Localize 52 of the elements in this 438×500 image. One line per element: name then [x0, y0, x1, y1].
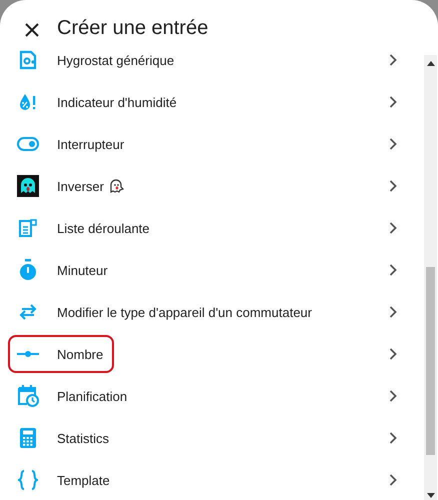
- calculator-icon: [20, 428, 36, 448]
- item-label: Inverser: [57, 178, 104, 194]
- item-label: Interrupteur: [57, 136, 124, 152]
- chevron-right-icon: [389, 96, 397, 108]
- close-icon: [24, 22, 40, 38]
- chevron-right-icon: [389, 54, 397, 66]
- list-item[interactable]: Nombre: [0, 333, 420, 375]
- item-label: Indicateur d'humidité: [57, 94, 177, 110]
- chevron-right-icon: [389, 390, 397, 402]
- list-item[interactable]: Planification: [0, 375, 420, 417]
- thermostat-icon: [18, 50, 38, 70]
- chevron-right-icon: [389, 222, 397, 234]
- item-label: Minuteur: [57, 262, 108, 278]
- item-label: Nombre: [57, 346, 104, 362]
- dialog-title: Créer une entrée: [57, 17, 208, 39]
- close-button[interactable]: [24, 22, 40, 38]
- scroll-down-icon: [426, 493, 434, 498]
- list-item[interactable]: Hygrostat générique: [0, 39, 420, 81]
- chevron-right-icon: [389, 138, 397, 150]
- list-item[interactable]: Template: [0, 459, 420, 500]
- ghost-icon: [16, 175, 38, 197]
- chevron-right-icon: [389, 432, 397, 444]
- toggle-icon: [16, 137, 38, 151]
- chevron-right-icon: [389, 264, 397, 276]
- calendar-clock-icon: [16, 385, 38, 407]
- ghost-icon: [108, 178, 124, 194]
- chevron-right-icon: [389, 306, 397, 318]
- list-item[interactable]: Statistics: [0, 417, 420, 459]
- item-label: Planification: [57, 388, 128, 404]
- item-label: Hygrostat générique: [57, 52, 174, 68]
- chevron-right-icon: [389, 474, 397, 486]
- list-item[interactable]: Liste déroulante: [0, 207, 420, 249]
- list-item[interactable]: Modifier le type d'appareil d'un commutateur: [0, 291, 420, 333]
- swap-arrows-icon: [18, 304, 38, 320]
- scrollbar[interactable]: [424, 55, 437, 500]
- chevron-right-icon: [389, 180, 397, 192]
- item-label: Template: [57, 472, 110, 488]
- list-icon: [18, 218, 38, 238]
- humidity-icon: [18, 92, 38, 112]
- item-label: Statistics: [57, 430, 110, 446]
- list-item[interactable]: Minuteur: [0, 249, 420, 291]
- braces-icon: [18, 470, 38, 490]
- list-item[interactable]: Inverser: [0, 165, 420, 207]
- scrollbar-thumb[interactable]: [426, 267, 435, 455]
- stopwatch-icon: [18, 259, 38, 281]
- item-label: Liste déroulante: [57, 220, 150, 236]
- scroll-up-icon: [426, 61, 434, 66]
- chevron-right-icon: [389, 348, 397, 360]
- slider-icon: [16, 350, 38, 358]
- list-item[interactable]: Interrupteur: [0, 123, 420, 165]
- list-item[interactable]: Indicateur d'humidité: [0, 81, 420, 123]
- item-label: Modifier le type d'appareil d'un commutateur: [57, 304, 312, 320]
